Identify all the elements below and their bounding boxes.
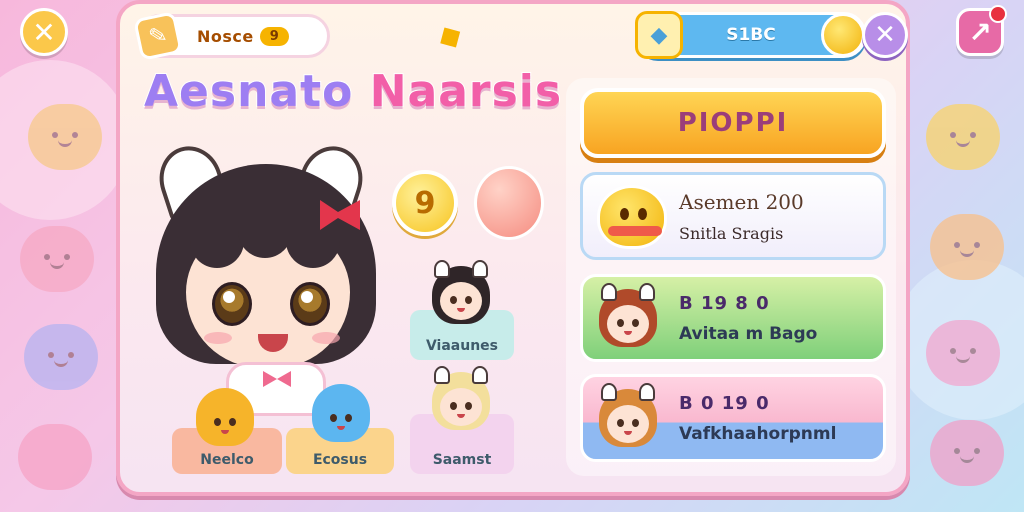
mascot-deco — [930, 214, 1004, 280]
currency-value: S1BC — [726, 25, 776, 45]
character-avatar — [432, 366, 490, 430]
gem-deco-icon: ◆ — [430, 15, 469, 57]
pet-avatar — [312, 384, 370, 442]
notification-dot — [989, 5, 1007, 23]
card-title: B 0 19 0 — [679, 392, 770, 414]
menu-card-1[interactable]: Asemen 200 Snitla Sragis — [580, 172, 886, 260]
menu-card-2[interactable]: B 19 8 0 Avitaa m Bago — [580, 274, 886, 362]
game-title: Aesnato Naarsis — [143, 65, 563, 118]
close-icon: ✕ — [874, 20, 896, 50]
close-button[interactable]: ✕ — [20, 8, 68, 56]
mascot-deco — [926, 320, 1000, 386]
menu-column: PIOPPI Asemen 200 Snitla Sragis B 19 8 0… — [566, 78, 896, 476]
title-word-1: Aesnato — [143, 65, 354, 118]
mascot-deco — [24, 324, 98, 390]
currency-bar[interactable]: ◆ S1BC — [635, 11, 866, 59]
title-word-2: Naarsis — [369, 65, 563, 118]
card-subtitle: Vafkhaahorpnml — [679, 423, 837, 444]
character-label: Neelco — [200, 452, 254, 468]
exit-button[interactable]: ↗ — [956, 5, 1007, 56]
balloon-icon[interactable] — [474, 166, 544, 240]
gem-icon: ◆ — [635, 11, 683, 59]
character-avatar — [599, 283, 657, 347]
character-label: Saamst — [432, 452, 492, 468]
card-title: Asemen 200 — [679, 189, 804, 214]
tag-label: Nosce — [197, 26, 254, 46]
character-avatar — [599, 383, 657, 447]
character-avatar — [432, 260, 490, 324]
main-panel: ✎ Nosce 9 ◆ ◆ S1BC ✕ Aesnato Naarsis 9 V… — [116, 0, 910, 496]
card-subtitle: Avitaa m Bago — [679, 323, 818, 344]
heart-deco — [18, 424, 92, 490]
mascot-deco — [926, 104, 1000, 170]
pet-avatar — [196, 388, 254, 446]
mascot-deco — [20, 226, 94, 292]
coin-icon — [821, 13, 865, 57]
tag-value: 9 — [259, 26, 289, 46]
character-label: Viaaunes — [425, 338, 499, 354]
tag-icon: ✎ — [133, 11, 183, 61]
level-badge[interactable]: 9 — [392, 170, 458, 236]
hero-character — [142, 136, 392, 416]
mascot-deco — [930, 420, 1004, 486]
exit-icon: ↗ — [968, 15, 992, 49]
play-button[interactable]: PIOPPI — [580, 88, 886, 158]
menu-card-3[interactable]: B 0 19 0 Vafkhaahorpnml — [580, 374, 886, 462]
level-tag[interactable]: ✎ Nosce 9 — [133, 11, 330, 61]
character-label: Ecosus — [312, 452, 368, 468]
card-title: B 19 8 0 — [679, 292, 770, 314]
panel-close-button[interactable]: ✕ — [862, 12, 908, 58]
mascot-deco — [28, 104, 102, 170]
food-icon — [597, 185, 667, 249]
card-subtitle: Snitla Sragis — [679, 223, 784, 243]
close-icon: ✕ — [32, 15, 56, 49]
